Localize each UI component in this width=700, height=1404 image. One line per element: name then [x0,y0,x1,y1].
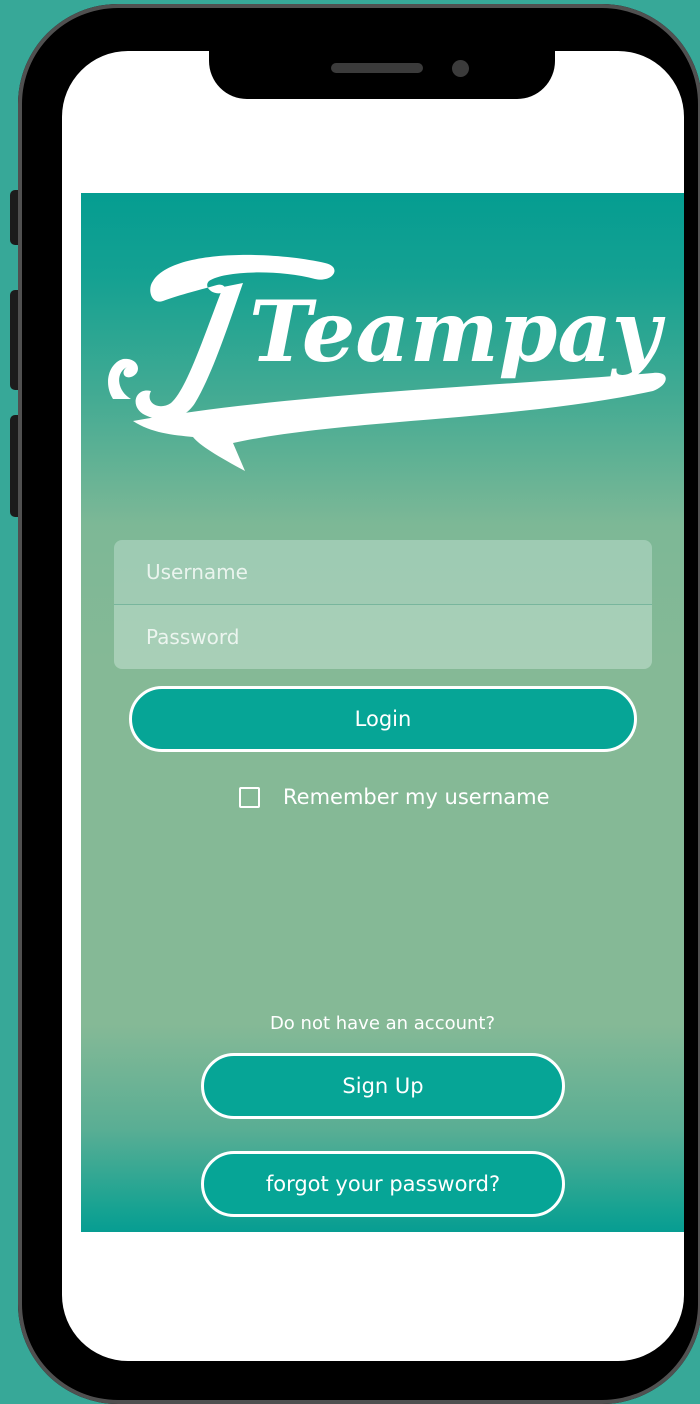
login-screen: Teampay Username Password Login Remember… [81,193,684,1232]
sign-up-button[interactable]: Sign Up [201,1053,565,1119]
logo-wordmark: Teampay [249,282,666,381]
forgot-password-button-label: forgot your password? [265,1172,501,1196]
remember-username-label: Remember my username [283,785,550,809]
username-input[interactable]: Username [114,540,652,604]
phone-screen: Teampay Username Password Login Remember… [62,51,684,1361]
phone-notch [209,44,555,99]
login-button[interactable]: Login [129,686,637,752]
phone-frame: Teampay Username Password Login Remember… [18,4,700,1404]
remember-username-row[interactable]: Remember my username [239,785,550,809]
forgot-password-button[interactable]: forgot your password? [201,1151,565,1217]
username-placeholder: Username [146,560,248,584]
sign-up-button-label: Sign Up [342,1074,424,1098]
no-account-text: Do not have an account? [269,1013,496,1034]
speaker-grille [331,63,423,73]
login-fields-group: Username Password [114,540,652,669]
front-camera [452,60,469,77]
remember-username-checkbox[interactable] [239,786,260,808]
password-input[interactable]: Password [114,604,652,669]
login-button-label: Login [354,707,412,731]
teampay-logo: Teampay [108,254,666,471]
password-placeholder: Password [146,625,240,649]
